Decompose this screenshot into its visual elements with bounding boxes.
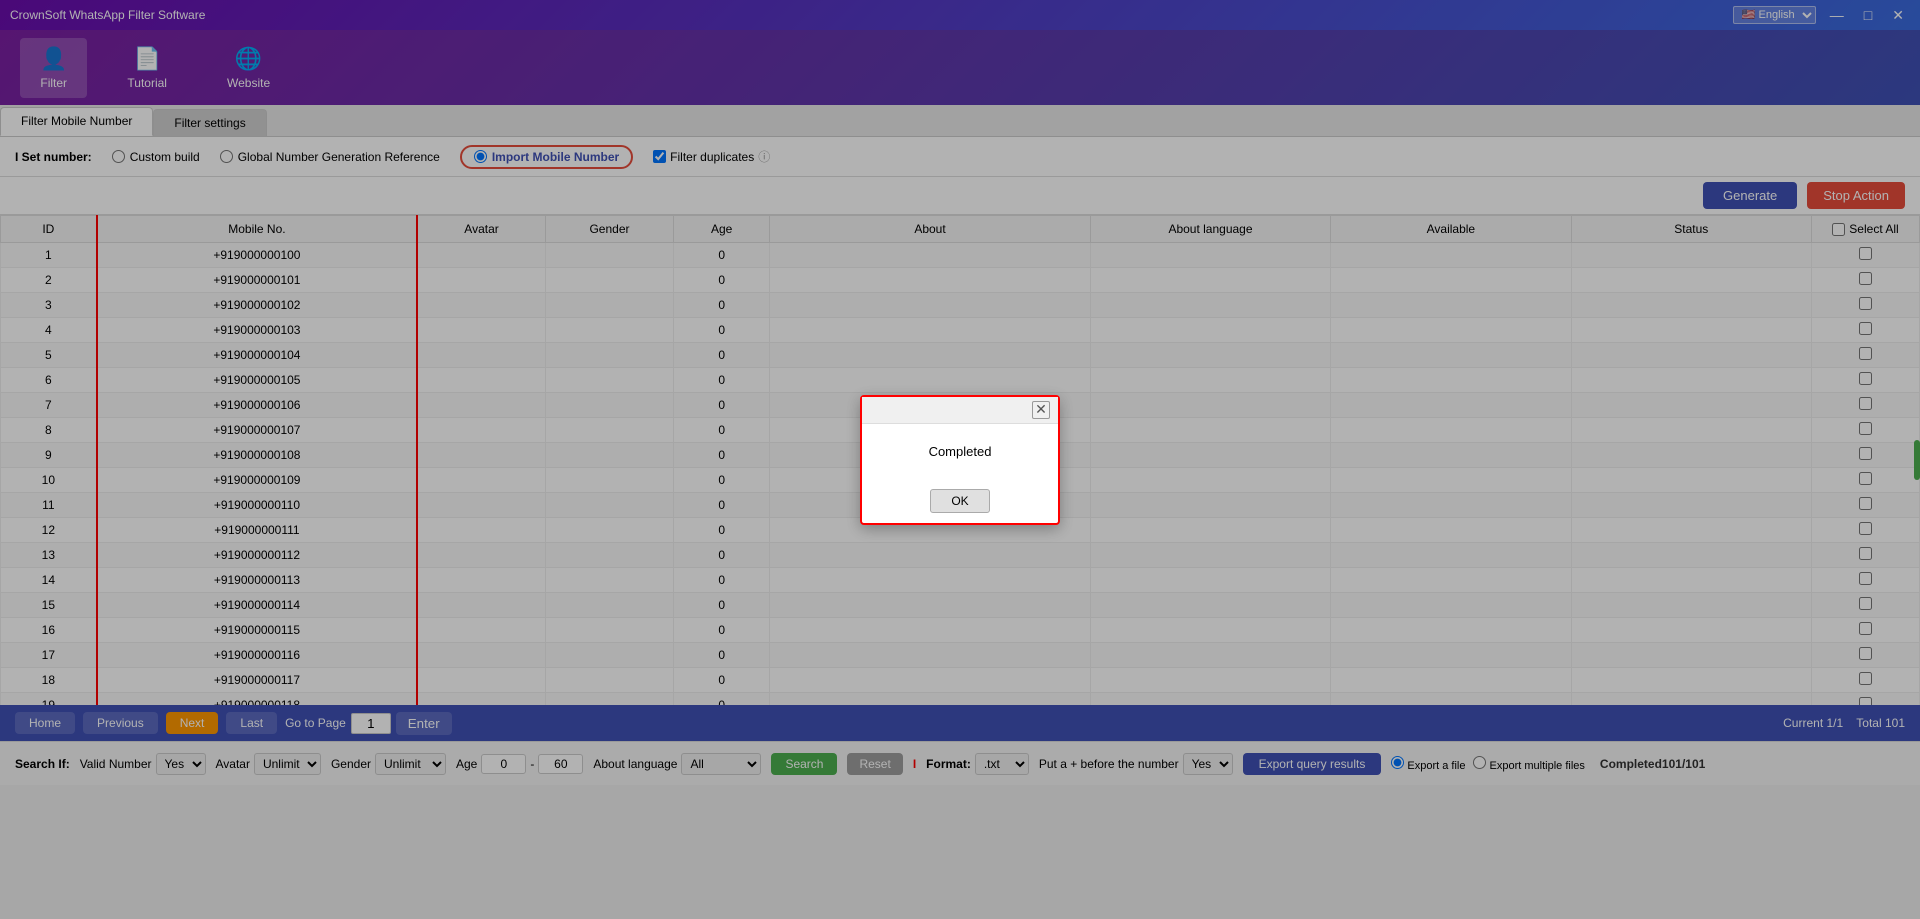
- modal-close-button[interactable]: ✕: [1032, 401, 1050, 419]
- completed-modal: ✕ Completed OK: [860, 395, 1060, 525]
- modal-titlebar: ✕: [862, 397, 1058, 424]
- modal-message: Completed: [929, 444, 992, 459]
- modal-body: Completed: [862, 424, 1058, 479]
- modal-overlay: ✕ Completed OK: [0, 0, 1920, 919]
- modal-ok-button[interactable]: OK: [930, 489, 989, 513]
- modal-footer: OK: [862, 479, 1058, 523]
